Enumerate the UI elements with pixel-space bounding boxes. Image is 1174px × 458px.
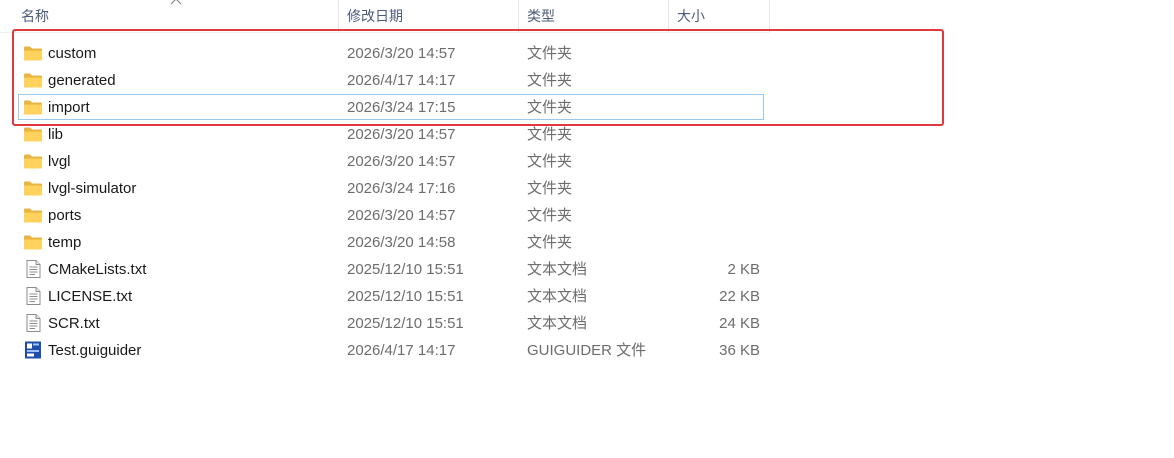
file-type: 文件夹 xyxy=(527,45,573,62)
file-size: 36 KB xyxy=(719,342,760,359)
file-modified-date: 2025/12/10 15:51 xyxy=(347,315,464,332)
column-header-date[interactable]: 修改日期 xyxy=(339,0,519,32)
file-list-view: 名称 修改日期 类型 大小 custom 2026/3/20 14:57 文件夹 g… xyxy=(0,0,1174,458)
file-name: Test.guiguider xyxy=(48,342,142,359)
file-row[interactable]: LICENSE.txt 2025/12/10 15:51 文本文档 22 KB xyxy=(0,283,770,310)
file-name: generated xyxy=(48,72,116,89)
file-type: 文件夹 xyxy=(527,180,573,197)
file-modified-date: 2026/3/20 14:57 xyxy=(347,153,456,170)
file-modified-date: 2026/4/17 14:17 xyxy=(347,72,456,89)
column-header-size[interactable]: 大小 xyxy=(669,0,770,32)
file-rows: custom 2026/3/20 14:57 文件夹 generated 2026/4… xyxy=(0,40,780,364)
file-name: lvgl-simulator xyxy=(48,180,137,197)
file-row[interactable]: lvgl 2026/3/20 14:57 文件夹 xyxy=(0,148,770,175)
text-file-icon xyxy=(23,260,43,278)
column-header-type[interactable]: 类型 xyxy=(519,0,669,32)
file-modified-date: 2026/3/20 14:57 xyxy=(347,45,456,62)
column-header-date-label: 修改日期 xyxy=(347,8,403,24)
folder-icon xyxy=(23,233,43,251)
file-type: 文件夹 xyxy=(527,72,573,89)
file-modified-date: 2026/3/24 17:16 xyxy=(347,180,456,197)
file-row[interactable]: ports 2026/3/20 14:57 文件夹 xyxy=(0,202,770,229)
file-name: temp xyxy=(48,234,82,251)
folder-icon xyxy=(23,179,43,197)
file-row[interactable]: temp 2026/3/20 14:58 文件夹 xyxy=(0,229,770,256)
guiguider-file-icon xyxy=(23,341,43,359)
file-name: SCR.txt xyxy=(48,315,100,332)
file-type: 文件夹 xyxy=(527,99,573,116)
file-type: GUIGUIDER 文件 xyxy=(527,342,647,359)
file-modified-date: 2025/12/10 15:51 xyxy=(347,288,464,305)
column-header-type-label: 类型 xyxy=(527,8,555,24)
folder-icon xyxy=(23,44,43,62)
folder-icon xyxy=(23,206,43,224)
file-size: 2 KB xyxy=(727,261,760,278)
file-type: 文件夹 xyxy=(527,153,573,170)
file-size: 24 KB xyxy=(719,315,760,332)
column-header-bar: 名称 修改日期 类型 大小 xyxy=(0,0,770,33)
column-header-name[interactable]: 名称 xyxy=(0,0,339,32)
file-type: 文本文档 xyxy=(527,261,588,278)
file-type: 文本文档 xyxy=(527,288,588,305)
file-row[interactable]: CMakeLists.txt 2025/12/10 15:51 文本文档 2 KB xyxy=(0,256,770,283)
file-type: 文件夹 xyxy=(527,234,573,251)
file-name: custom xyxy=(48,45,97,62)
file-modified-date: 2026/3/20 14:58 xyxy=(347,234,456,251)
file-size: 22 KB xyxy=(719,288,760,305)
file-row[interactable]: import 2026/3/24 17:15 文件夹 xyxy=(0,94,770,121)
file-name: import xyxy=(48,99,90,116)
file-row[interactable]: lib 2026/3/20 14:57 文件夹 xyxy=(0,121,770,148)
folder-icon xyxy=(23,71,43,89)
file-name: LICENSE.txt xyxy=(48,288,133,305)
file-row[interactable]: generated 2026/4/17 14:17 文件夹 xyxy=(0,67,770,94)
file-modified-date: 2026/3/20 14:57 xyxy=(347,126,456,143)
column-header-size-label: 大小 xyxy=(677,8,705,24)
file-name: lib xyxy=(48,126,64,143)
file-modified-date: 2025/12/10 15:51 xyxy=(347,261,464,278)
folder-icon xyxy=(23,98,43,116)
file-modified-date: 2026/4/17 14:17 xyxy=(347,342,456,359)
sort-ascending-icon xyxy=(170,0,182,5)
file-name: CMakeLists.txt xyxy=(48,261,147,278)
column-header-name-label: 名称 xyxy=(21,8,49,24)
folder-icon xyxy=(23,152,43,170)
file-name: ports xyxy=(48,207,82,224)
file-type: 文本文档 xyxy=(527,315,588,332)
file-row[interactable]: SCR.txt 2025/12/10 15:51 文本文档 24 KB xyxy=(0,310,770,337)
file-type: 文件夹 xyxy=(527,126,573,143)
text-file-icon xyxy=(23,287,43,305)
file-type: 文件夹 xyxy=(527,207,573,224)
file-modified-date: 2026/3/24 17:15 xyxy=(347,99,456,116)
file-name: lvgl xyxy=(48,153,71,170)
folder-icon xyxy=(23,125,43,143)
file-modified-date: 2026/3/20 14:57 xyxy=(347,207,456,224)
file-row[interactable]: lvgl-simulator 2026/3/24 17:16 文件夹 xyxy=(0,175,770,202)
file-row[interactable]: custom 2026/3/20 14:57 文件夹 xyxy=(0,40,770,67)
text-file-icon xyxy=(23,314,43,332)
file-row[interactable]: Test.guiguider 2026/4/17 14:17 GUIGUIDER 文… xyxy=(0,337,770,364)
